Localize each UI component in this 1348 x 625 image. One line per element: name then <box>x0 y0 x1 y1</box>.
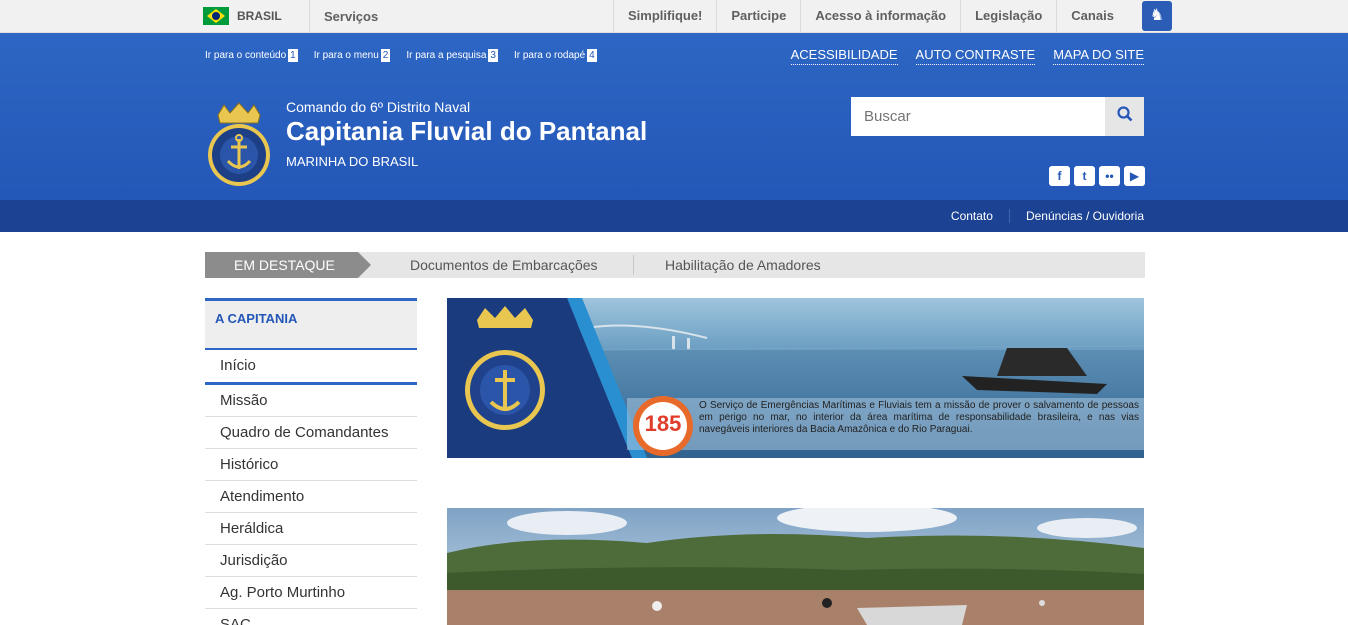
skip-link-footer[interactable]: Ir para o rodapé 4 <box>514 49 597 62</box>
river-photo <box>447 508 1144 625</box>
sitemap-link[interactable]: MAPA DO SITE <box>1053 47 1144 65</box>
emergency-185-badge: 185 <box>644 411 682 436</box>
highlight-divider <box>633 255 634 275</box>
gov-brasil-label: BRASIL <box>237 9 282 23</box>
sidebar-menu: A CAPITANIA Início Missão Quadro de Coma… <box>205 298 417 625</box>
sidebar-item-comandantes[interactable]: Quadro de Comandantes <box>205 417 417 449</box>
sidebar-item-heraldica[interactable]: Heráldica <box>205 513 417 545</box>
gov-servicos-link[interactable]: Serviços <box>324 9 378 24</box>
contato-link[interactable]: Contato <box>935 209 1009 223</box>
gov-link-participe[interactable]: Participe <box>716 0 800 32</box>
sidebar-item-atendimento[interactable]: Atendimento <box>205 481 417 513</box>
skip-link-content[interactable]: Ir para o conteúdo 1 <box>205 49 298 62</box>
gov-brasil-link[interactable]: BRASIL <box>203 0 282 32</box>
accessibility-link[interactable]: ACESSIBILIDADE <box>790 47 898 65</box>
highlight-link-habilitacao[interactable]: Habilitação de Amadores <box>665 252 821 278</box>
sidebar-heading: A CAPITANIA <box>205 298 417 350</box>
search-icon <box>1116 106 1132 122</box>
twitter-icon[interactable]: t <box>1074 166 1095 186</box>
site-header: Ir para o conteúdo 1 Ir para o menu 2 Ir p… <box>0 33 1348 200</box>
skip-link-menu[interactable]: Ir para o menu 2 <box>314 49 391 62</box>
highlights-tag: EM DESTAQUE <box>205 252 371 278</box>
gov-link-acesso[interactable]: Acesso à informação <box>800 0 960 32</box>
sidebar-item-missao[interactable]: Missão <box>205 385 417 417</box>
emergency-banner[interactable]: 185 O Serviço de Emergências Marítimas e… <box>447 298 1144 458</box>
emergency-banner-text: O Serviço de Emergências Marítimas e Flu… <box>699 400 1139 435</box>
skip-links: Ir para o conteúdo 1 Ir para o menu 2 Ir p… <box>205 49 597 62</box>
sidebar-item-sac[interactable]: SAC <box>205 609 417 625</box>
gov-link-simplifique[interactable]: Simplifique! <box>613 0 716 32</box>
contrast-link[interactable]: AUTO CONTRASTE <box>915 47 1036 65</box>
sidebar-item-porto-murtinho[interactable]: Ag. Porto Murtinho <box>205 577 417 609</box>
navy-emblem-logo[interactable] <box>206 101 272 189</box>
skip-link-search[interactable]: Ir para a pesquisa 3 <box>406 49 498 62</box>
gov-links: Simplifique! Participe Acesso à informaç… <box>613 0 1172 32</box>
canais-icon[interactable]: ♞ <box>1141 1 1172 31</box>
highlight-link-documentos[interactable]: Documentos de Embarcações <box>410 252 598 278</box>
service-links: Contato Denúncias / Ouvidoria <box>935 200 1144 232</box>
gov-divider <box>309 0 310 32</box>
brazil-flag-icon <box>203 7 229 25</box>
search-input[interactable] <box>851 97 1105 136</box>
sidebar-item-inicio[interactable]: Início <box>205 350 417 385</box>
river-photo-banner[interactable] <box>447 508 1144 625</box>
site-org: MARINHA DO BRASIL <box>286 154 419 169</box>
site-subtitle: Comando do 6º Distrito Naval <box>286 99 471 115</box>
gov-bar: BRASIL Serviços Simplifique! Participe A… <box>0 0 1348 33</box>
gov-link-canais[interactable]: Canais <box>1056 0 1128 32</box>
highlights-bar: EM DESTAQUE Documentos de Embarcações Ha… <box>205 252 1145 278</box>
search-box <box>851 97 1144 136</box>
accessibility-links: ACESSIBILIDADE AUTO CONTRASTE MAPA DO SI… <box>790 47 1144 65</box>
social-icons: f t •• ▶ <box>1049 166 1145 186</box>
facebook-icon[interactable]: f <box>1049 166 1070 186</box>
search-button[interactable] <box>1105 97 1144 136</box>
service-bar: Contato Denúncias / Ouvidoria <box>0 200 1348 232</box>
gov-link-legislacao[interactable]: Legislação <box>960 0 1056 32</box>
sidebar-item-historico[interactable]: Histórico <box>205 449 417 481</box>
site-title[interactable]: Capitania Fluvial do Pantanal <box>286 116 647 147</box>
flickr-icon[interactable]: •• <box>1099 166 1120 186</box>
sidebar-item-jurisdicao[interactable]: Jurisdição <box>205 545 417 577</box>
youtube-icon[interactable]: ▶ <box>1124 166 1145 186</box>
ouvidoria-link[interactable]: Denúncias / Ouvidoria <box>1008 209 1144 223</box>
